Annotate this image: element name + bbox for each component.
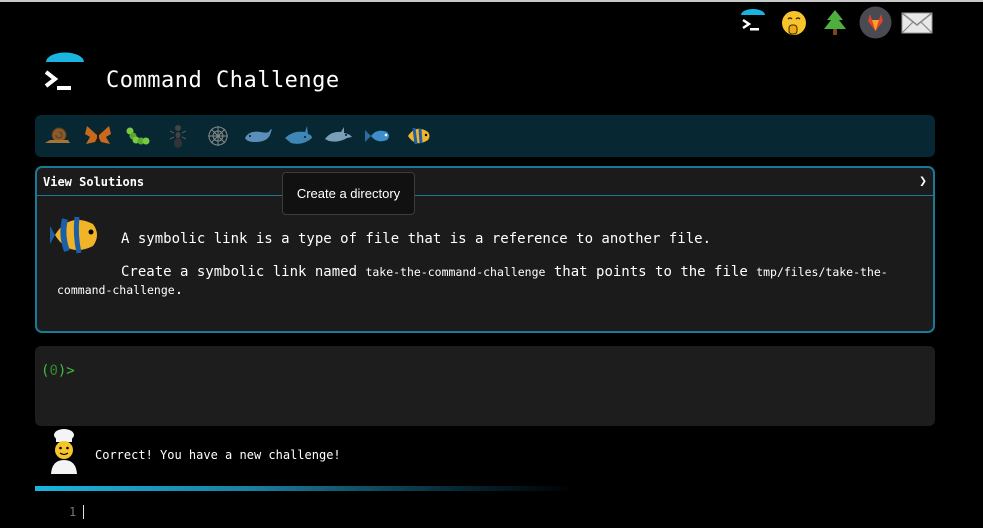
page: Command Challenge View Solutions ❯ A sym… <box>0 0 983 528</box>
snail-icon[interactable] <box>43 121 73 151</box>
dolphin-icon[interactable] <box>323 121 353 151</box>
fish-icon[interactable] <box>363 121 393 151</box>
progress-divider <box>35 486 575 491</box>
spider-web-icon[interactable] <box>203 121 233 151</box>
shark-icon[interactable] <box>283 121 313 151</box>
task-mid: that points to the file <box>545 264 757 280</box>
page-title: Command Challenge <box>106 68 340 93</box>
tropical-fish-icon[interactable] <box>403 121 433 151</box>
face-with-hand-over-mouth-icon[interactable] <box>777 6 810 39</box>
top-nav <box>736 6 933 39</box>
butterfly-icon[interactable] <box>83 121 113 151</box>
text-cursor[interactable] <box>83 505 84 519</box>
challenge-task: Create a symbolic link named take-the-co… <box>57 263 907 299</box>
terminal-prompt: (0)> <box>41 363 75 379</box>
chef-avatar-icon <box>46 428 82 476</box>
app-logo-icon[interactable] <box>41 52 87 98</box>
prompt-close: )> <box>57 363 75 379</box>
terminal-logo-icon[interactable] <box>736 6 769 39</box>
task-prefix: Create a symbolic link named <box>121 264 366 280</box>
badge-bar <box>35 115 935 157</box>
whale-icon[interactable] <box>243 121 273 151</box>
tropical-fish-icon <box>49 210 103 260</box>
mail-icon[interactable] <box>900 6 933 39</box>
terminal-input[interactable]: (0)> <box>35 346 935 426</box>
prompt-exit-code: 0 <box>49 363 58 379</box>
line-number: 1 <box>69 505 77 519</box>
solutions-header[interactable]: View Solutions ❯ <box>37 168 933 196</box>
challenge-card: View Solutions ❯ A symbolic link is a ty… <box>35 166 935 333</box>
link-name-code: take-the-command-challenge <box>365 265 546 279</box>
view-solutions-label[interactable]: View Solutions <box>43 175 144 189</box>
ant-icon[interactable] <box>163 121 193 151</box>
caterpillar-icon[interactable] <box>123 121 153 151</box>
challenge-intro: A symbolic link is a type of file that i… <box>121 231 712 247</box>
status-message: Correct! You have a new challenge! <box>95 448 341 462</box>
tree-icon[interactable] <box>818 6 851 39</box>
chevron-right-icon[interactable]: ❯ <box>919 174 927 189</box>
badge-tooltip: Create a directory <box>282 172 415 215</box>
gitlab-icon[interactable] <box>859 6 892 39</box>
task-suffix: . <box>174 282 184 298</box>
